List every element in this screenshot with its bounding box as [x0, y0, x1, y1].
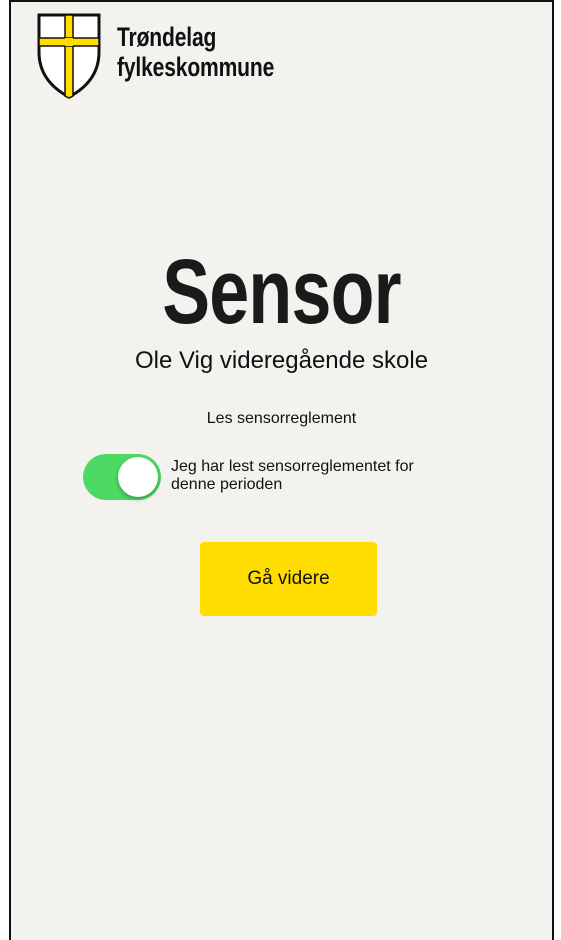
school-name: Ole Vig videregående skole	[134, 347, 429, 374]
confirm-regulations-row: Jeg har lest sensorreglementet for denne…	[83, 454, 431, 500]
continue-button[interactable]: Gå videre	[200, 542, 377, 616]
read-regulations-link[interactable]: Les sensorreglement	[11, 410, 552, 428]
logo-line-1: Trøndelag	[117, 22, 217, 52]
app-screen: Trøndelag fylkeskommune Sensor Ole Vig v…	[9, 0, 554, 940]
logo-text: Trøndelag fylkeskommune	[117, 22, 274, 82]
confirm-regulations-label: Jeg har lest sensorreglementet for denne…	[171, 458, 414, 493]
logo: Trøndelag fylkeskommune	[36, 12, 318, 100]
coat-of-arms-icon	[37, 13, 101, 99]
page-title: Sensor	[162, 241, 401, 343]
toggle-knob	[118, 457, 158, 497]
logo-line-2: fylkeskommune	[117, 52, 275, 82]
confirm-regulations-toggle[interactable]	[83, 454, 161, 500]
